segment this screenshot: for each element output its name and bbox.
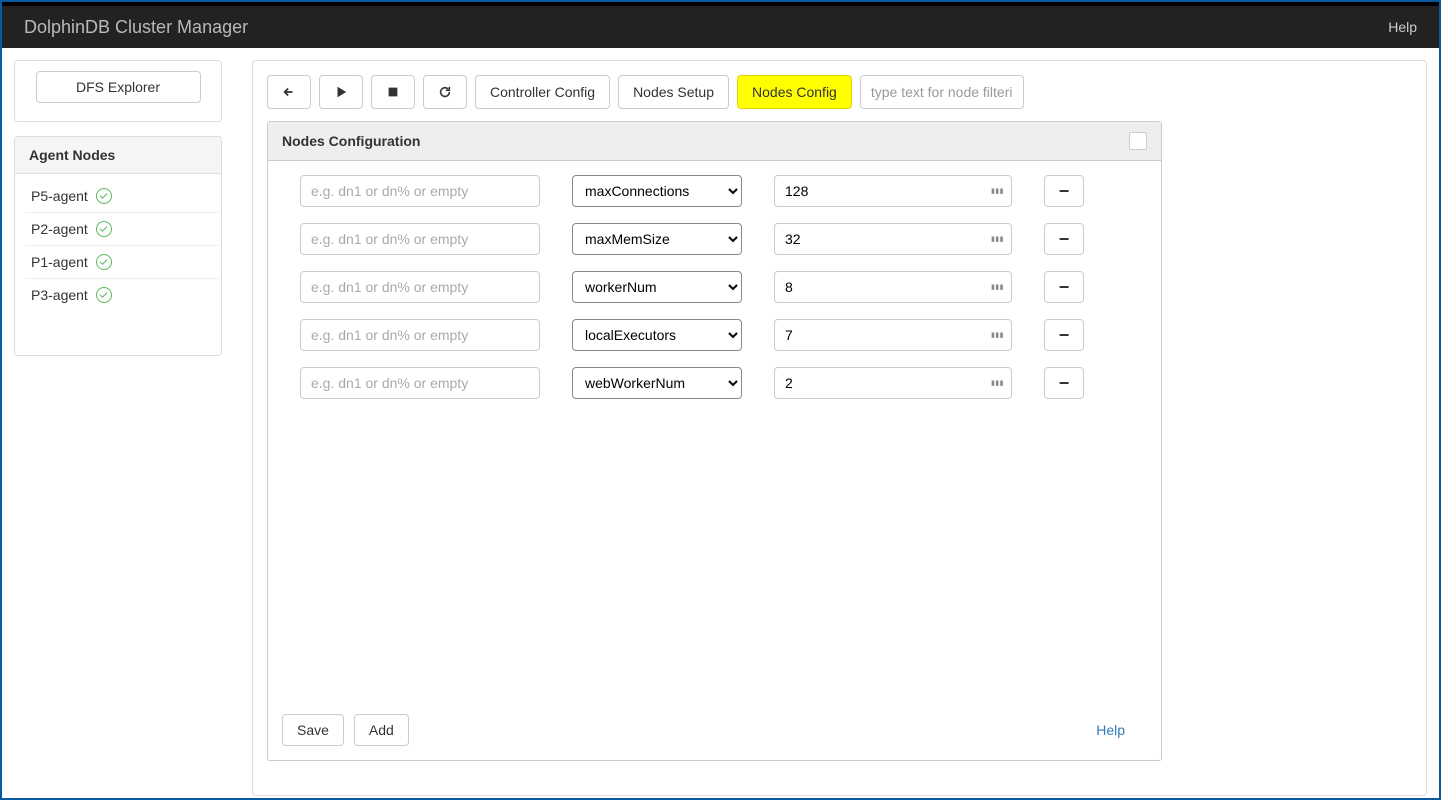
config-node-input[interactable] [300, 223, 540, 255]
config-row: webWorkerNum▮▮▮− [300, 367, 1129, 399]
config-node-input[interactable] [300, 367, 540, 399]
config-value-input[interactable] [774, 271, 1012, 303]
nodes-configuration-dialog: Nodes Configuration maxConnections▮▮▮−ma… [267, 121, 1162, 761]
check-circle-icon [96, 221, 112, 237]
config-row: workerNum▮▮▮− [300, 271, 1129, 303]
remove-row-button[interactable]: − [1044, 175, 1084, 207]
toolbar: Controller Config Nodes Setup Nodes Conf… [267, 75, 1412, 109]
stop-icon [386, 85, 400, 99]
app-header: DolphinDB Cluster Manager Help [2, 2, 1439, 48]
config-node-input[interactable] [300, 175, 540, 207]
app-title: DolphinDB Cluster Manager [24, 17, 248, 38]
remove-row-button[interactable]: − [1044, 271, 1084, 303]
nodes-setup-tab[interactable]: Nodes Setup [618, 75, 729, 109]
agent-node-item[interactable]: P2-agent [25, 213, 219, 246]
dialog-close-button[interactable] [1129, 132, 1147, 150]
controller-config-tab[interactable]: Controller Config [475, 75, 610, 109]
config-value-input[interactable] [774, 367, 1012, 399]
play-button[interactable] [319, 75, 363, 109]
remove-row-button[interactable]: − [1044, 319, 1084, 351]
agent-node-name: P5-agent [31, 188, 88, 204]
check-circle-icon [96, 188, 112, 204]
agent-node-item[interactable]: P3-agent [25, 279, 219, 311]
agent-nodes-panel: Agent Nodes P5-agent P2-agent P1-agent P3-a… [14, 136, 222, 356]
check-circle-icon [96, 254, 112, 270]
save-button[interactable]: Save [282, 714, 344, 746]
dfs-explorer-button[interactable]: DFS Explorer [36, 71, 201, 103]
add-button[interactable]: Add [354, 714, 409, 746]
remove-row-button[interactable]: − [1044, 223, 1084, 255]
dialog-title: Nodes Configuration [282, 133, 420, 149]
check-circle-icon [96, 287, 112, 303]
agent-nodes-title: Agent Nodes [15, 137, 221, 174]
play-icon [334, 85, 348, 99]
arrow-left-icon [282, 85, 296, 99]
config-value-input[interactable] [774, 319, 1012, 351]
config-key-select[interactable]: workerNum [572, 271, 742, 303]
refresh-icon [438, 85, 452, 99]
remove-row-button[interactable]: − [1044, 367, 1084, 399]
config-key-select[interactable]: maxMemSize [572, 223, 742, 255]
config-row: localExecutors▮▮▮− [300, 319, 1129, 351]
config-value-input[interactable] [774, 175, 1012, 207]
agent-nodes-scroll[interactable]: P5-agent P2-agent P1-agent P3-agent [17, 176, 219, 353]
agent-node-item[interactable]: P5-agent [25, 180, 219, 213]
config-key-select[interactable]: maxConnections [572, 175, 742, 207]
back-button[interactable] [267, 75, 311, 109]
agent-node-name: P3-agent [31, 287, 88, 303]
node-filter-input[interactable] [860, 75, 1024, 109]
config-node-input[interactable] [300, 319, 540, 351]
config-row: maxConnections▮▮▮− [300, 175, 1129, 207]
config-node-input[interactable] [300, 271, 540, 303]
config-key-select[interactable]: webWorkerNum [572, 367, 742, 399]
agent-node-item[interactable]: P1-agent [25, 246, 219, 279]
config-row: maxMemSize▮▮▮− [300, 223, 1129, 255]
dialog-help-link[interactable]: Help [1096, 722, 1125, 738]
help-link-top[interactable]: Help [1388, 19, 1417, 35]
nodes-config-tab[interactable]: Nodes Config [737, 75, 852, 109]
stop-button[interactable] [371, 75, 415, 109]
config-key-select[interactable]: localExecutors [572, 319, 742, 351]
refresh-button[interactable] [423, 75, 467, 109]
agent-node-name: P2-agent [31, 221, 88, 237]
config-value-input[interactable] [774, 223, 1012, 255]
agent-node-name: P1-agent [31, 254, 88, 270]
